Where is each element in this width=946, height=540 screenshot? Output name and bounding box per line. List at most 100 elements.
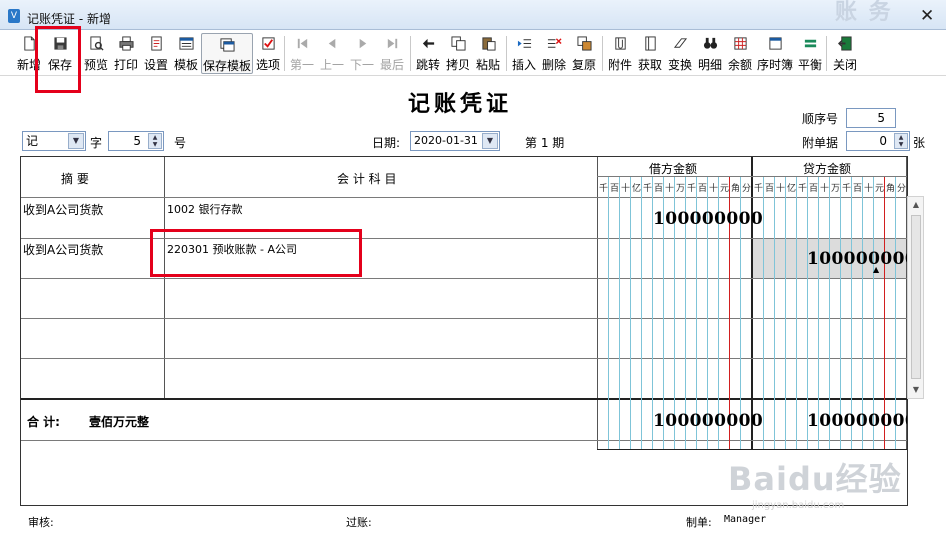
balance-check-button[interactable]: 平衡 (796, 33, 824, 74)
page-setup-icon (150, 36, 162, 51)
balance-button[interactable]: 余额 (726, 33, 754, 74)
row1-summary[interactable]: 收到A公司货款 (23, 201, 103, 218)
scroll-up-icon[interactable]: ▲ (910, 199, 922, 211)
journal-button[interactable]: 序时簿 (756, 33, 794, 74)
digit-unit-header: 千 (842, 184, 852, 194)
audit-label: 审核: (28, 516, 54, 529)
close-button[interactable]: 关闭 (830, 33, 860, 74)
next-button[interactable]: 下一 (348, 33, 376, 74)
digit-unit-header: 十 (864, 184, 874, 194)
previous-record-icon (328, 38, 335, 49)
save-template-button[interactable]: 保存模板 (201, 33, 253, 74)
detail-button[interactable]: 明细 (696, 33, 724, 74)
exit-door-icon (837, 36, 852, 51)
transform-button-label: 变换 (667, 58, 692, 72)
save-template-button-label: 保存模板 (202, 59, 251, 73)
settings-button[interactable]: 设置 (142, 33, 170, 74)
voucher-title: 记账凭证 (408, 91, 513, 117)
digit-grid-line (818, 177, 819, 449)
window-title: 记账凭证 - 新增 (27, 12, 111, 26)
row1-debit-amount[interactable]: 100000000 (653, 209, 763, 229)
title-watermark: 账 务 (835, 0, 893, 25)
fetch-button-label: 获取 (637, 58, 662, 72)
maker-label: 制单: (686, 516, 712, 529)
digit-unit-header: 元 (720, 184, 730, 194)
date-picker[interactable]: 2020-01-31 ▼ (410, 131, 500, 151)
scroll-down-icon[interactable]: ▼ (910, 384, 922, 396)
chevron-down-icon[interactable]: ▼ (68, 133, 84, 149)
jump-button[interactable]: 跳转 (414, 33, 442, 74)
transform-button[interactable]: 变换 (666, 33, 694, 74)
voucher-number-spinner[interactable]: 5 ▲ ▼ (108, 131, 164, 151)
account-highlight-box (150, 229, 362, 277)
template-icon (178, 37, 194, 50)
copy-button[interactable]: 拷贝 (444, 33, 472, 74)
digit-grid-line (862, 177, 863, 449)
options-button-label: 选项 (255, 58, 280, 72)
digit-unit-header: 十 (665, 184, 675, 194)
summary-column-header: 摘 要 (61, 172, 89, 186)
spinner-arrows-icon[interactable]: ▲ ▼ (894, 133, 908, 149)
serial-value: 5 (877, 111, 885, 125)
col-divider (597, 157, 598, 449)
digit-grid-line (619, 177, 620, 449)
toolbar-separator (602, 36, 603, 71)
fetch-button[interactable]: 获取 (636, 33, 664, 74)
digit-unit-header: 万 (831, 184, 841, 194)
balance-equals-icon (804, 39, 816, 48)
digit-unit-header: 角 (731, 184, 741, 194)
digit-unit-header: 千 (798, 184, 808, 194)
toolbar-separator (506, 36, 507, 71)
preview-button[interactable]: 预览 (82, 33, 110, 74)
digit-unit-header: 千 (599, 184, 609, 194)
paste-button[interactable]: 粘贴 (474, 33, 502, 74)
options-button[interactable]: 选项 (254, 33, 282, 74)
first-button[interactable]: 第一 (288, 33, 316, 74)
previous-button[interactable]: 上一 (318, 33, 346, 74)
digit-grid-line (895, 177, 896, 449)
digit-unit-header: 十 (776, 184, 786, 194)
spinner-arrows-icon[interactable]: ▲ ▼ (148, 133, 162, 149)
jump-arrow-icon (422, 38, 434, 49)
total-credit-amount: 100000000 (807, 411, 908, 431)
restore-icon (576, 36, 592, 51)
attachment-button[interactable]: 附件 (606, 33, 634, 74)
print-button[interactable]: 打印 (112, 33, 140, 74)
insert-button[interactable]: 插入 (510, 33, 538, 74)
close-window-button[interactable]: ✕ (920, 6, 934, 26)
preview-button-label: 预览 (83, 58, 108, 72)
print-preview-icon (89, 36, 104, 51)
attachments-spinner[interactable]: 0 ▲ ▼ (846, 131, 910, 151)
journal-button-label: 序时簿 (756, 58, 793, 72)
chevron-down-icon[interactable]: ▼ (482, 133, 498, 149)
template-button[interactable]: 模板 (172, 33, 200, 74)
digit-unit-header: 分 (897, 184, 907, 194)
delete-button[interactable]: 删除 (540, 33, 568, 74)
insert-row-icon (517, 39, 531, 48)
voucher-number-value: 5 (133, 134, 141, 148)
row2-credit-amount[interactable]: 100000000 (807, 249, 907, 269)
scrollbar-thumb[interactable] (911, 215, 921, 379)
text-cursor-icon: ▲ (873, 265, 880, 274)
date-value: 2020-01-31 (414, 134, 478, 147)
digit-grid-line (829, 177, 830, 449)
row2-summary[interactable]: 收到A公司货款 (23, 241, 103, 258)
digit-grid-line (807, 177, 808, 449)
serial-field[interactable]: 5 (846, 108, 896, 128)
last-record-icon (387, 38, 397, 49)
digit-unit-header: 十 (820, 184, 830, 194)
voucher-number-label: 号 (174, 136, 187, 150)
table-scrollbar[interactable]: ▲ ▼ (907, 196, 924, 399)
voucher-word-value: 记 (26, 134, 39, 148)
voucher-word-select[interactable]: 记 ▼ (22, 131, 86, 151)
last-button[interactable]: 最后 (378, 33, 406, 74)
total-label: 合 计: (27, 415, 60, 429)
toolbar-separator (826, 36, 827, 71)
header-subline (597, 176, 907, 177)
restore-button[interactable]: 复原 (570, 33, 598, 74)
credit-column-header: 贷方金额 (803, 162, 852, 176)
digit-unit-header: 万 (676, 184, 686, 194)
digit-unit-header: 百 (698, 184, 708, 194)
row1-account[interactable]: 1002 银行存款 (167, 201, 243, 217)
first-button-label: 第一 (289, 58, 314, 72)
